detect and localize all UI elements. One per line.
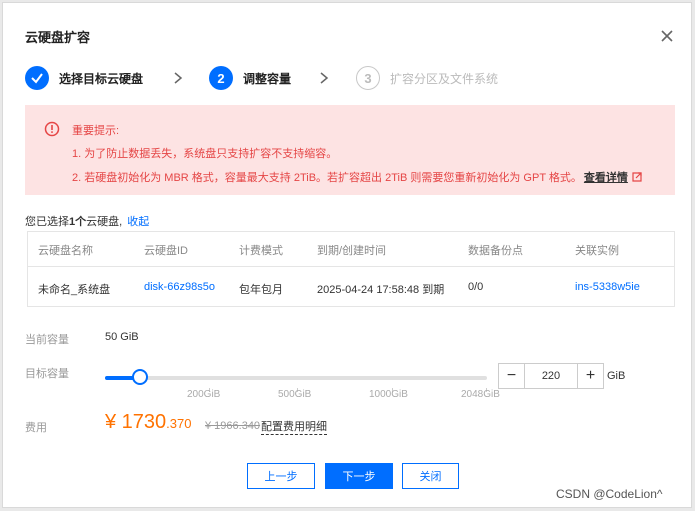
slider-handle[interactable] bbox=[132, 369, 148, 385]
expand-disk-dialog: 云硬盘扩容 选择目标云硬盘 2 调整容量 3 扩容分区及文件系统 重要提示: 1… bbox=[2, 2, 692, 508]
notice-line-2: 2. 若硬盘初始化为 MBR 格式，容量最大支持 2TiB。若扩容超出 2TiB… bbox=[72, 169, 642, 185]
next-button[interactable]: 下一步 bbox=[325, 463, 393, 489]
stepper-progress: 选择目标云硬盘 2 调整容量 3 扩容分区及文件系统 bbox=[25, 65, 665, 91]
view-details-link[interactable]: 查看详情 bbox=[584, 172, 628, 184]
prev-button[interactable]: 上一步 bbox=[247, 463, 315, 489]
capacity-input[interactable] bbox=[525, 364, 577, 388]
fee-label: 费用 bbox=[25, 422, 47, 434]
column-header: 关联实例 bbox=[575, 245, 619, 257]
step-2-number: 2 bbox=[209, 66, 233, 90]
selection-summary: 您已选择1个云硬盘, 收起 bbox=[25, 213, 149, 229]
current-capacity-label: 当前容量 bbox=[25, 334, 69, 346]
watermark: CSDN @CodeLion^ bbox=[556, 487, 663, 501]
increase-button[interactable]: + bbox=[577, 364, 603, 388]
decrease-button[interactable]: − bbox=[499, 364, 525, 388]
billing-mode-cell: 包年包月 bbox=[239, 284, 283, 296]
notice-line-1: 1. 为了防止数据丢失，系统盘只支持扩容不支持缩容。 bbox=[72, 148, 338, 160]
chevron-right-icon bbox=[174, 72, 183, 84]
original-price: ¥ 1966.340 bbox=[205, 420, 261, 432]
step-3-number: 3 bbox=[356, 66, 380, 90]
column-header: 云硬盘名称 bbox=[38, 245, 93, 257]
notice-title: 重要提示: bbox=[72, 125, 120, 137]
row-divider bbox=[28, 266, 674, 267]
tick-label: 500GiB bbox=[278, 389, 312, 400]
chevron-right-icon bbox=[320, 72, 329, 84]
backup-cell: 0/0 bbox=[468, 281, 484, 293]
check-icon bbox=[25, 66, 49, 90]
disk-name-cell: 未命名_系统盘 bbox=[38, 284, 111, 296]
tick-label: 200GiB bbox=[187, 389, 221, 400]
expire-time-cell: 2025-04-24 17:58:48 到期 bbox=[317, 284, 445, 296]
close-icon[interactable] bbox=[658, 27, 676, 45]
column-header: 计费模式 bbox=[239, 245, 283, 257]
step-2-label: 调整容量 bbox=[243, 71, 292, 86]
selection-count: 1个 bbox=[69, 216, 87, 228]
tick-label: 1000GiB bbox=[369, 389, 408, 400]
selection-prefix: 您已选择 bbox=[25, 216, 69, 228]
step-3-label: 扩容分区及文件系统 bbox=[390, 71, 499, 86]
column-header: 到期/创建时间 bbox=[317, 245, 387, 257]
close-button[interactable]: 关闭 bbox=[402, 463, 459, 489]
warning-circle-icon bbox=[44, 121, 60, 137]
selection-suffix: 云硬盘, bbox=[86, 216, 123, 228]
slider-track[interactable] bbox=[105, 376, 487, 380]
capacity-stepper: − + bbox=[498, 363, 604, 389]
price-decimal: .370 bbox=[166, 416, 192, 431]
column-header: 云硬盘ID bbox=[144, 245, 188, 257]
price-main: ¥ 1730 bbox=[105, 411, 167, 433]
important-notice: 重要提示: 1. 为了防止数据丢失，系统盘只支持扩容不支持缩容。 2. 若硬盘初… bbox=[25, 105, 675, 195]
step-1-label: 选择目标云硬盘 bbox=[59, 71, 144, 86]
step-2: 2 调整容量 bbox=[209, 65, 291, 91]
external-link-icon[interactable] bbox=[632, 172, 642, 182]
fee-detail-link[interactable]: 配置费用明细 bbox=[261, 418, 327, 435]
step-1: 选择目标云硬盘 bbox=[25, 65, 143, 91]
current-capacity-value: 50 GiB bbox=[105, 331, 139, 343]
collapse-link[interactable]: 收起 bbox=[127, 216, 149, 228]
instance-link[interactable]: ins-5338w5ie bbox=[575, 281, 640, 293]
price: ¥ 1730.370 bbox=[105, 411, 191, 434]
step-3: 3 扩容分区及文件系统 bbox=[356, 65, 498, 91]
tick-label: 2048GiB bbox=[461, 389, 500, 400]
target-capacity-label: 目标容量 bbox=[25, 368, 69, 380]
disk-table: 云硬盘名称 云硬盘ID 计费模式 到期/创建时间 数据备份点 关联实例 未命名_… bbox=[27, 231, 675, 307]
dialog-title: 云硬盘扩容 bbox=[25, 30, 91, 45]
column-header: 数据备份点 bbox=[468, 245, 523, 257]
capacity-slider[interactable] bbox=[105, 368, 490, 392]
capacity-unit: GiB bbox=[607, 370, 626, 382]
disk-id-link[interactable]: disk-66z98s5o bbox=[144, 281, 215, 293]
notice-line-2-text: 2. 若硬盘初始化为 MBR 格式，容量最大支持 2TiB。若扩容超出 2TiB… bbox=[72, 172, 582, 184]
